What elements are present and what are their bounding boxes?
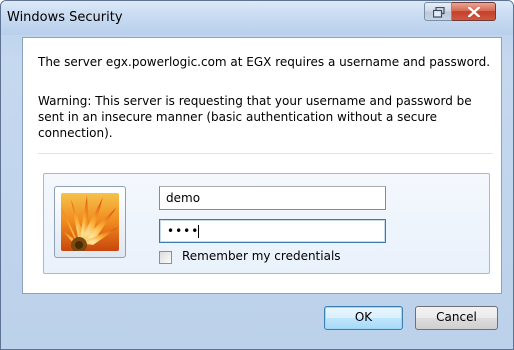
credential-tile[interactable]: demo •••• Remember my credentials xyxy=(43,173,490,274)
divider xyxy=(38,153,493,154)
security-dialog: Windows Security The server egx.powerlog… xyxy=(0,0,514,350)
window-title: Windows Security xyxy=(7,10,123,25)
close-button[interactable] xyxy=(452,2,496,21)
ok-button[interactable]: OK xyxy=(324,306,403,330)
password-field[interactable]: •••• xyxy=(159,219,386,243)
title-bar[interactable]: Windows Security xyxy=(1,1,513,35)
username-value: demo xyxy=(166,191,201,205)
avatar xyxy=(54,186,126,258)
restore-button[interactable] xyxy=(424,2,452,21)
remember-label[interactable]: Remember my credentials xyxy=(182,249,341,263)
dialog-body: The server egx.powerlogic.com at EGX req… xyxy=(22,37,502,294)
restore-icon xyxy=(433,7,445,18)
remember-checkbox[interactable] xyxy=(159,251,172,264)
close-icon xyxy=(468,7,480,17)
password-mask: •••• xyxy=(167,224,200,238)
warning-message: Warning: This server is requesting that … xyxy=(38,94,472,140)
username-field[interactable]: demo xyxy=(159,186,386,210)
text-caret xyxy=(198,225,199,238)
flower-avatar-icon xyxy=(61,193,119,251)
cancel-button[interactable]: Cancel xyxy=(415,306,498,330)
server-message: The server egx.powerlogic.com at EGX req… xyxy=(38,55,491,69)
